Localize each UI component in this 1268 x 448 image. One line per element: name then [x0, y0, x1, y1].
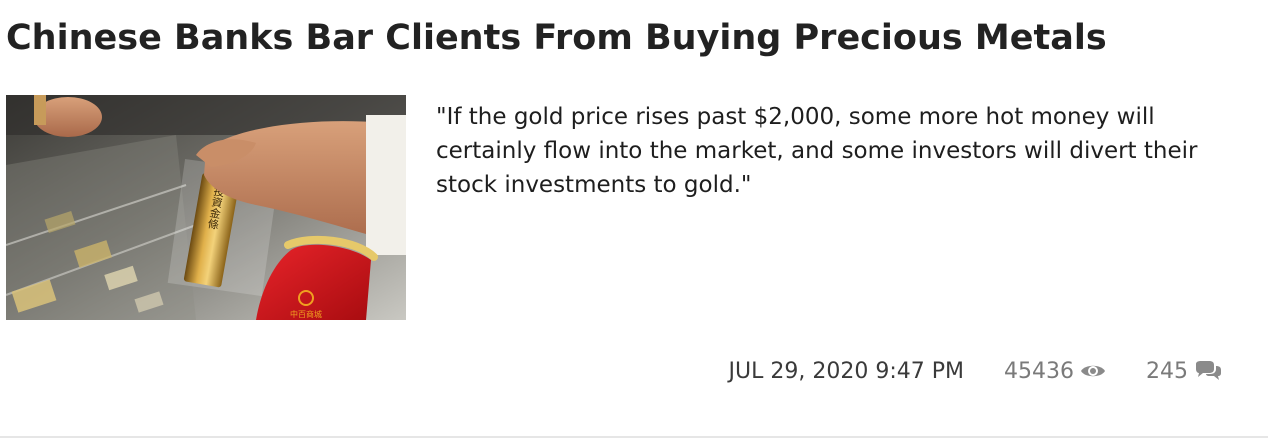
- publish-date: JUL 29, 2020 9:47 PM: [728, 358, 964, 384]
- comment-count-value[interactable]: 245: [1146, 359, 1188, 384]
- pouch-print: 中百商城: [290, 309, 322, 319]
- article-excerpt: "If the gold price rises past $2,000, so…: [436, 104, 1198, 198]
- view-count-value: 45436: [1004, 358, 1074, 384]
- eye-icon: [1080, 362, 1106, 380]
- article-title[interactable]: Chinese Banks Bar Clients From Buying Pr…: [6, 14, 1107, 62]
- comments-icon[interactable]: [1194, 360, 1222, 382]
- divider: [0, 436, 1268, 438]
- view-count: 45436: [1004, 359, 1106, 384]
- article-meta: JUL 29, 2020 9:47 PM 45436 245: [729, 354, 1222, 388]
- article-thumbnail[interactable]: 投資金條 中百商城: [6, 95, 406, 320]
- comment-count[interactable]: 245: [1146, 359, 1222, 384]
